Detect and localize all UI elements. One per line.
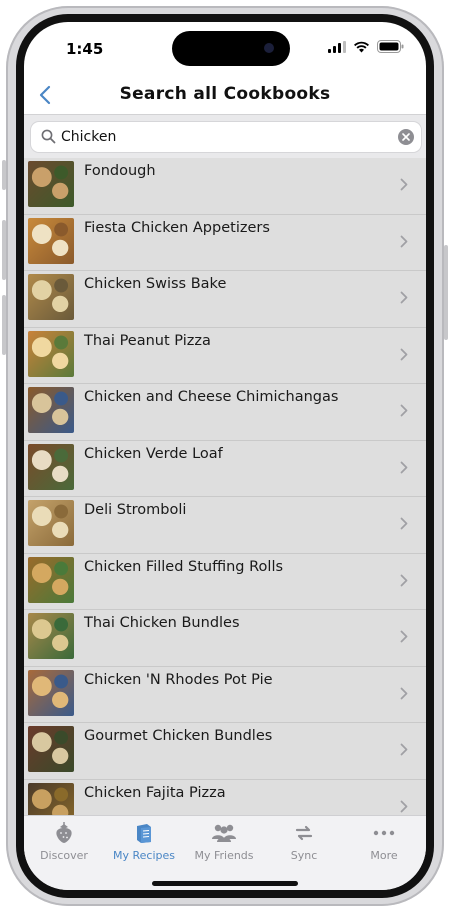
recipe-title: Fiesta Chicken Appetizers [84,219,270,236]
action-button [2,160,6,190]
search-icon [41,129,56,144]
camera-icon [264,43,274,53]
status-icons [328,40,404,53]
chevron-right-icon [400,291,408,304]
chevron-right-icon [400,630,408,643]
search-box [30,121,422,153]
chevron-right-icon [400,178,408,191]
recipe-thumbnail [28,387,74,433]
power-button [444,245,448,340]
recipe-thumbnail [28,782,74,815]
recipe-thumbnail [28,217,74,264]
recipe-row[interactable]: Thai Chicken Bundles [24,610,426,667]
recipe-row[interactable]: Chicken Swiss Bake [24,271,426,328]
chevron-right-icon [400,235,408,247]
recipe-title: Chicken Verde Loaf [84,445,223,462]
volume-up-button [2,220,6,280]
tab-sync[interactable]: Sync [264,822,344,862]
search-bar [24,114,426,159]
volume-down-button [2,295,6,355]
clear-search-button[interactable] [398,129,414,145]
tab-label: Discover [40,849,88,862]
recipe-book-icon [137,824,151,843]
recipe-thumbnail [28,443,74,490]
recipe-thumbnail [28,613,74,659]
recipe-title: Chicken 'N Rhodes Pot Pie [84,671,273,688]
recipe-title: Chicken and Cheese Chimichangas [84,389,339,405]
recipe-thumbnail [28,500,74,546]
recipe-row[interactable]: Chicken and Cheese Chimichangas [24,384,426,441]
tab-label: More [370,849,398,862]
recipe-title: Thai Peanut Pizza [84,332,211,349]
page-title: Search all Cookbooks [119,84,331,104]
wifi-icon [354,41,369,52]
close-icon [402,133,410,141]
tab-discover[interactable]: Discover [24,822,104,862]
status-bar: 1:45 [24,22,426,74]
recipe-list: Fondough Fiesta Chicken Appetizers Chicken… [24,158,426,815]
recipe-thumbnail [28,330,74,377]
recipe-row[interactable]: Thai Peanut Pizza [24,327,426,384]
chevron-right-icon [400,517,408,530]
recipe-thumbnail [28,669,74,716]
recipe-thumbnail [28,274,74,320]
recipe-title: Gourmet Chicken Bundles [84,728,273,744]
recipe-row[interactable]: Chicken 'N Rhodes Pot Pie [24,666,426,723]
signal-icon [328,40,346,53]
navigation-bar: Search all Cookbooks [24,74,426,114]
recipe-title: Chicken Filled Stuffing Rolls [84,558,284,575]
recipe-title: Chicken Fajita Pizza [84,784,226,801]
screen: 1:45 Search all Cookbooks Chicken Fondou… [24,22,426,890]
recipe-title: Fondough [84,163,156,179]
chevron-right-icon [400,461,408,473]
recipe-thumbnail [28,161,74,207]
recipe-row[interactable]: Fiesta Chicken Appetizers [24,214,426,271]
more-dots-icon [373,830,395,836]
chevron-right-icon [400,404,408,417]
sync-arrows-icon [295,825,313,841]
tab-my-friends[interactable]: My Friends [184,822,264,862]
tab-my-recipes[interactable]: My Recipes [104,822,184,862]
recipe-title: Deli Stromboli [84,502,187,518]
recipe-row[interactable]: Chicken Verde Loaf [24,440,426,497]
chevron-right-icon [400,574,408,586]
recipe-title: Thai Chicken Bundles [84,615,240,631]
tab-more[interactable]: More [344,822,424,862]
search-input[interactable] [61,127,381,147]
recipe-row[interactable]: Gourmet Chicken Bundles [24,723,426,780]
battery-icon [377,40,404,53]
people-icon [212,824,236,842]
tab-label: My Friends [194,849,254,862]
chevron-right-icon [400,800,408,812]
recipe-title: Chicken Swiss Bake [84,276,227,292]
tab-bar: Discover My Recipes My Friends Sync More [24,815,426,890]
strawberry-icon [56,822,72,843]
tab-label: My Recipes [113,849,175,862]
dynamic-island [172,31,290,66]
status-time: 1:45 [66,40,104,58]
home-indicator [152,881,298,886]
recipe-thumbnail [28,726,74,772]
tab-label: Sync [290,849,318,862]
recipe-row[interactable]: Chicken Fajita Pizza [24,779,426,815]
chevron-right-icon [400,743,408,756]
recipe-row[interactable]: Chicken Filled Stuffing Rolls [24,553,426,610]
recipe-row[interactable]: Deli Stromboli [24,497,426,554]
chevron-right-icon [400,687,408,699]
chevron-right-icon [400,348,408,360]
recipe-row[interactable]: Fondough [24,158,426,215]
recipe-thumbnail [28,556,74,603]
